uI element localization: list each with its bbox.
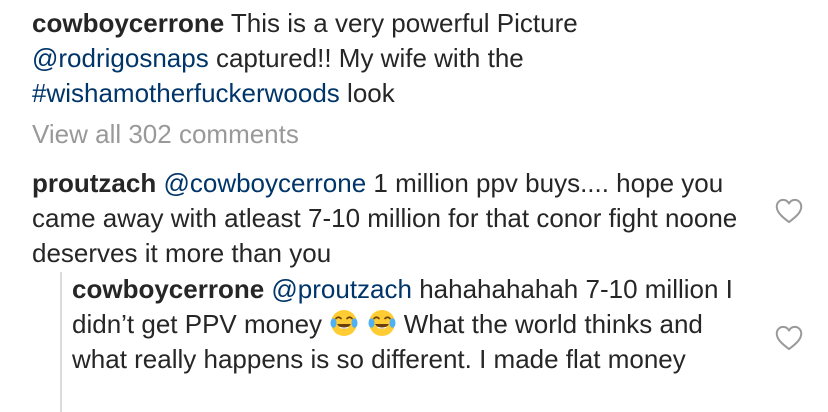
caption-text-3: look bbox=[339, 78, 395, 108]
caption-username[interactable]: cowboycerrone bbox=[32, 8, 224, 38]
heart-icon[interactable] bbox=[775, 325, 803, 351]
reply-mention[interactable]: @proutzach bbox=[271, 274, 412, 304]
tears-of-joy-emoji-icon bbox=[330, 310, 358, 336]
reply-thread-line bbox=[60, 272, 62, 412]
reply-username[interactable]: cowboycerrone bbox=[72, 274, 264, 304]
comment-username[interactable]: proutzach bbox=[32, 168, 156, 198]
comment-mention[interactable]: @cowboycerrone bbox=[163, 168, 366, 198]
caption-hashtag[interactable]: #wishamotherfuckerwoods bbox=[32, 78, 340, 108]
caption-text-1: This is a very powerful Picture bbox=[224, 8, 578, 38]
tears-of-joy-emoji-icon bbox=[368, 310, 395, 336]
post-caption: cowboycerrone This is a very powerful Pi… bbox=[32, 6, 752, 111]
reply-comment: cowboycerrone @proutzach hahahahahah 7-1… bbox=[72, 272, 762, 377]
caption-mention[interactable]: @rodrigosnaps bbox=[32, 43, 209, 73]
view-all-comments-link[interactable]: View all 302 comments bbox=[32, 117, 299, 152]
caption-text-2: captured!! My wife with the bbox=[208, 43, 524, 73]
heart-icon[interactable] bbox=[775, 198, 803, 224]
comment: proutzach @cowboycerrone 1 million ppv b… bbox=[32, 166, 750, 271]
